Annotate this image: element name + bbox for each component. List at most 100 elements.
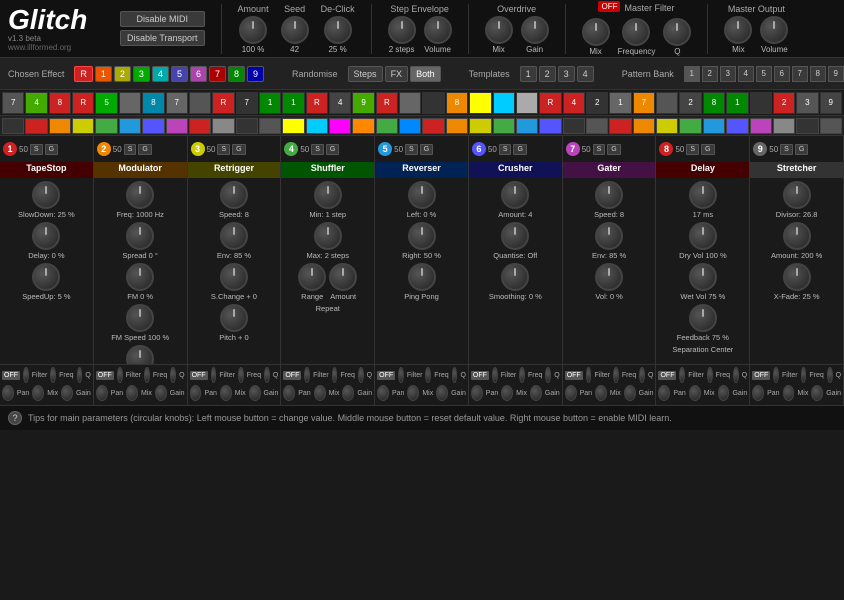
step-env-steps-knob[interactable] [388,16,416,44]
seq-cell-7[interactable]: 8 [142,92,164,114]
ch5-q-knob[interactable] [452,367,458,383]
seq2-16[interactable] [352,118,374,134]
seq-cell-33[interactable] [750,92,772,114]
effect-tab-8[interactable]: 8 [228,66,245,82]
ch2-mix-knob[interactable] [126,385,138,401]
ch7-filter-off[interactable]: OFF [565,371,583,380]
ch3-q-knob[interactable] [264,367,270,383]
mo-vol-knob[interactable] [760,16,788,44]
ch8-freq-knob[interactable] [707,367,713,383]
ch3-g-btn[interactable]: G [232,144,245,155]
tmpl-1[interactable]: 1 [520,66,537,82]
ch6-gain-knob[interactable] [530,385,542,401]
ch4-knob-1[interactable] [314,181,342,209]
seq2-29[interactable] [656,118,678,134]
seq2-34[interactable] [773,118,795,134]
ch2-filter-knob[interactable] [117,367,123,383]
ch4-q-knob[interactable] [358,367,364,383]
ch5-gain-knob[interactable] [436,385,448,401]
rand-steps[interactable]: Steps [348,66,383,82]
ch4-filter-off[interactable]: OFF [283,371,301,380]
ch6-freq-knob[interactable] [519,367,525,383]
ch4-knob-2[interactable] [314,222,342,250]
ch8-filter-off[interactable]: OFF [658,371,676,380]
seq2-17[interactable] [376,118,398,134]
ch5-filter-knob[interactable] [398,367,404,383]
seq-cell-6[interactable] [119,92,141,114]
mf-freq-knob[interactable] [622,18,650,46]
seq2-23[interactable] [516,118,538,134]
ch2-g-btn[interactable]: G [138,144,151,155]
ch8-filter-knob[interactable] [679,367,685,383]
ch2-freq-knob[interactable] [144,367,150,383]
ch8-knob-1[interactable] [689,181,717,209]
ch7-q-knob[interactable] [639,367,645,383]
seq-cell-28[interactable]: 7 [633,92,655,114]
tmpl-3[interactable]: 3 [558,66,575,82]
overdrive-mix-knob[interactable] [485,16,513,44]
seq2-18[interactable] [399,118,421,134]
mf-q-knob[interactable] [663,18,691,46]
ch7-filter-knob[interactable] [586,367,592,383]
seq2-8[interactable] [166,118,188,134]
amount-knob[interactable] [239,16,267,44]
ch8-mix-knob[interactable] [689,385,701,401]
ch1-knob-1[interactable] [32,181,60,209]
rand-fx[interactable]: FX [385,66,409,82]
seq-cell-23[interactable] [516,92,538,114]
seq-cell-5[interactable]: 5 [95,92,117,114]
seq2-35[interactable] [796,118,818,134]
ch2-knob-1[interactable] [126,181,154,209]
ch3-s-btn[interactable]: S [217,144,230,155]
seq-cell-12[interactable]: 1 [259,92,281,114]
seq2-15[interactable] [329,118,351,134]
ch1-mix-knob[interactable] [32,385,44,401]
seq2-9[interactable] [189,118,211,134]
ch4-knob-range[interactable] [298,263,326,291]
ch4-freq-knob[interactable] [332,367,338,383]
effect-tab-7[interactable]: 7 [209,66,226,82]
ch8-gain-knob[interactable] [718,385,730,401]
ch5-mix-knob[interactable] [407,385,419,401]
ch3-knob-4[interactable] [220,304,248,332]
ch7-knob-2[interactable] [595,222,623,250]
seq-cell-27[interactable]: 1 [609,92,631,114]
ch8-g-btn[interactable]: G [701,144,714,155]
ch1-s-btn[interactable]: S [30,144,43,155]
ch5-filter-off[interactable]: OFF [377,371,395,380]
ch3-filter-knob[interactable] [211,367,217,383]
ch3-mix-knob[interactable] [220,385,232,401]
ch6-knob-2[interactable] [501,222,529,250]
pat-1[interactable]: 1 [684,66,700,82]
ch1-knob-3[interactable] [32,263,60,291]
ch1-pan-knob[interactable] [2,385,14,401]
mo-mix-knob[interactable] [724,16,752,44]
declick-knob[interactable] [324,16,352,44]
effect-tab-2[interactable]: 2 [114,66,131,82]
ch6-filter-knob[interactable] [492,367,498,383]
ch9-g-btn[interactable]: G [795,144,808,155]
rand-both[interactable]: Both [410,66,441,82]
seq2-24[interactable] [539,118,561,134]
seq2-36[interactable] [820,118,842,134]
ch2-gain-knob[interactable] [155,385,167,401]
ch4-g-btn[interactable]: G [326,144,339,155]
seq-cell-11[interactable]: 7 [236,92,258,114]
ch4-pan-knob[interactable] [283,385,295,401]
ch1-gain-knob[interactable] [61,385,73,401]
ch4-mix-knob[interactable] [314,385,326,401]
seq-cell-3[interactable]: 8 [49,92,71,114]
ch5-knob-1[interactable] [408,181,436,209]
effect-tab-r[interactable]: R [74,66,93,82]
effect-tab-6[interactable]: 6 [190,66,207,82]
ch1-filter-off[interactable]: OFF [2,371,20,380]
tmpl-2[interactable]: 2 [539,66,556,82]
seq-cell-18[interactable] [399,92,421,114]
ch7-s-btn[interactable]: S [593,144,606,155]
ch2-s-btn[interactable]: S [124,144,137,155]
seq-cell-14[interactable]: R [306,92,328,114]
seq2-6[interactable] [119,118,141,134]
seq-cell-35[interactable]: 3 [796,92,818,114]
seq-cell-25[interactable]: 4 [563,92,585,114]
midi-button[interactable]: Disable MIDI [120,11,205,27]
